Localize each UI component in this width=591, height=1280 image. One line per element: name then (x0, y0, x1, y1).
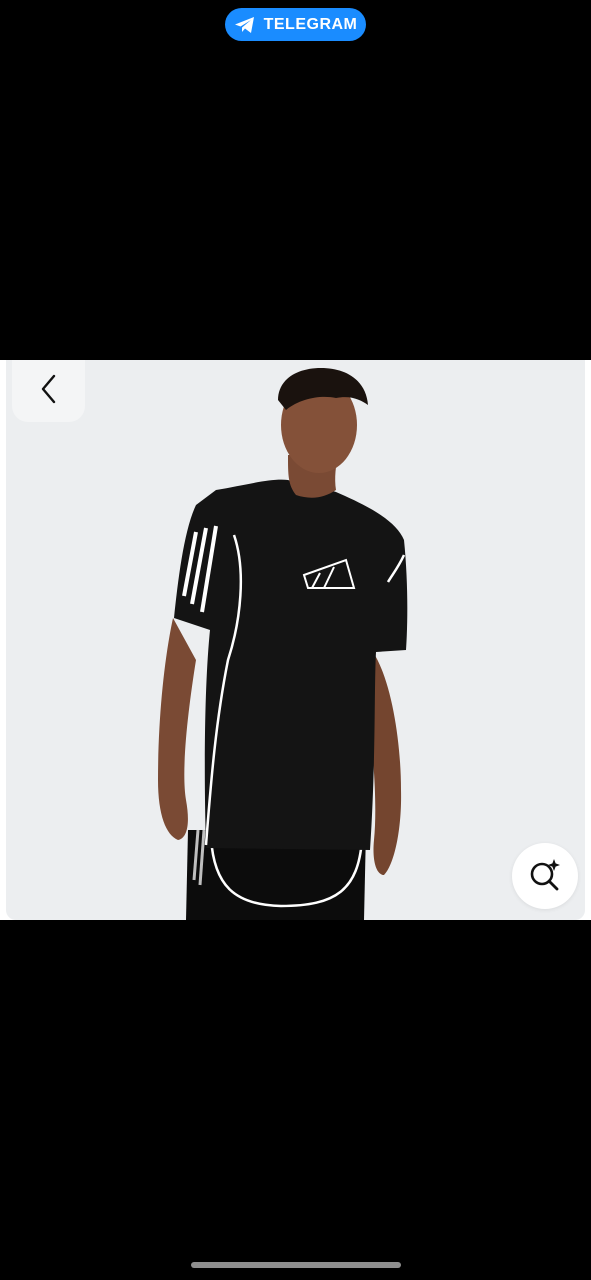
chevron-left-icon (39, 373, 59, 410)
telegram-button[interactable]: TELEGRAM (225, 8, 366, 41)
visual-search-button[interactable] (512, 843, 578, 909)
back-button[interactable] (12, 360, 85, 422)
visual-search-sparkle-icon (528, 857, 562, 896)
product-photo[interactable] (6, 360, 585, 920)
telegram-plane-icon (234, 16, 256, 34)
home-indicator[interactable] (191, 1262, 401, 1268)
screen: TELEGRAM (0, 0, 591, 1280)
product-photo-area (0, 360, 591, 920)
telegram-label: TELEGRAM (263, 15, 358, 33)
